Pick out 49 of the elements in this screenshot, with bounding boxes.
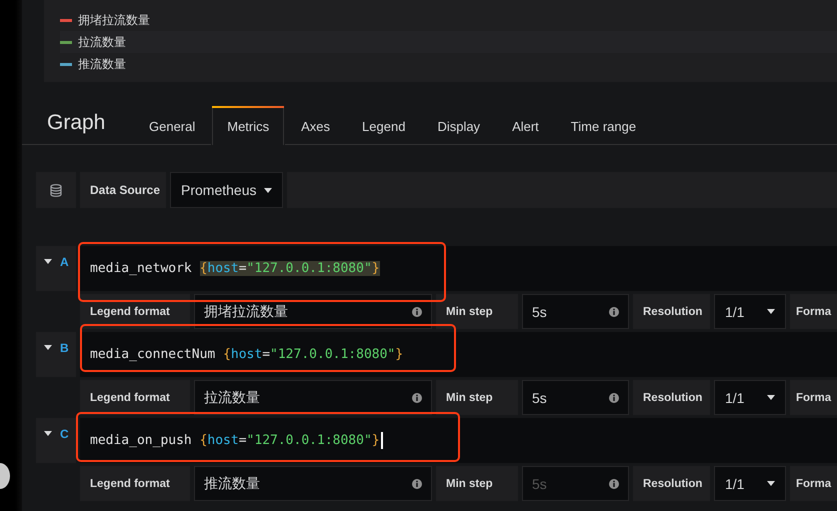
editor-title: Graph	[47, 111, 106, 136]
query-letter: B	[60, 341, 69, 355]
tab[interactable]: General	[133, 106, 212, 145]
query-field[interactable]: media_connectNum {host="127.0.0.1:8080"}	[80, 332, 837, 377]
tab[interactable]: Time range	[554, 106, 652, 145]
resolution-select[interactable]: 1/1	[714, 466, 786, 501]
query-text: media_network {host="127.0.0.1:8080"}	[90, 261, 380, 276]
min-step-field[interactable]: 5s	[522, 294, 629, 329]
field-label: Legend format	[80, 380, 190, 415]
legend-label[interactable]: 拉流数量	[78, 34, 126, 50]
field-value: 5s	[532, 304, 547, 320]
field-placeholder: 5s	[532, 476, 547, 492]
query-header[interactable]: A	[36, 246, 76, 291]
data-source-select[interactable]: Prometheus	[170, 172, 284, 208]
field-label: Forma	[790, 294, 837, 329]
legend-format-field[interactable]: 推流数量	[194, 466, 432, 501]
query-letter: A	[60, 255, 69, 269]
field-label: Resolution	[633, 294, 710, 329]
tab[interactable]: Metrics	[211, 106, 286, 145]
tab[interactable]: Axes	[285, 106, 346, 145]
query-header[interactable]: C	[36, 418, 76, 463]
field-value: 推流数量	[204, 474, 260, 492]
field-label: Forma	[790, 380, 837, 415]
tab[interactable]: Legend	[346, 106, 422, 145]
field-label: Min step	[436, 380, 518, 415]
resolution-select[interactable]: 1/1	[714, 380, 786, 415]
field-value: 5s	[532, 390, 547, 406]
query-text: media_on_push {host="127.0.0.1:8080"}	[90, 433, 380, 448]
tab[interactable]: Alert	[496, 106, 555, 145]
query-header[interactable]: B	[36, 332, 76, 377]
query-text: media_connectNum {host="127.0.0.1:8080"}	[90, 347, 404, 362]
resolution-select[interactable]: 1/1	[714, 294, 786, 329]
field-value: 拉流数量	[204, 388, 260, 406]
field-value: 拥堵拉流数量	[204, 302, 288, 320]
query-field[interactable]: media_network {host="127.0.0.1:8080"}	[80, 246, 837, 291]
field-label: Resolution	[633, 380, 710, 415]
field-label: Resolution	[633, 466, 710, 501]
legend-format-field[interactable]: 拉流数量	[194, 380, 432, 415]
field-label: Forma	[790, 466, 837, 501]
legend-label[interactable]: 拥堵拉流数量	[78, 12, 150, 28]
field-label: Min step	[436, 466, 518, 501]
query-field[interactable]: media_on_push {host="127.0.0.1:8080"}	[80, 418, 837, 463]
min-step-field[interactable]: 5s	[522, 380, 629, 415]
tab[interactable]: Display	[421, 106, 496, 145]
field-label: Data Source	[80, 172, 166, 208]
legend-label[interactable]: 推流数量	[78, 56, 126, 72]
field-label: Legend format	[80, 466, 190, 501]
query-letter: C	[60, 427, 69, 441]
field-label: Min step	[436, 294, 518, 329]
